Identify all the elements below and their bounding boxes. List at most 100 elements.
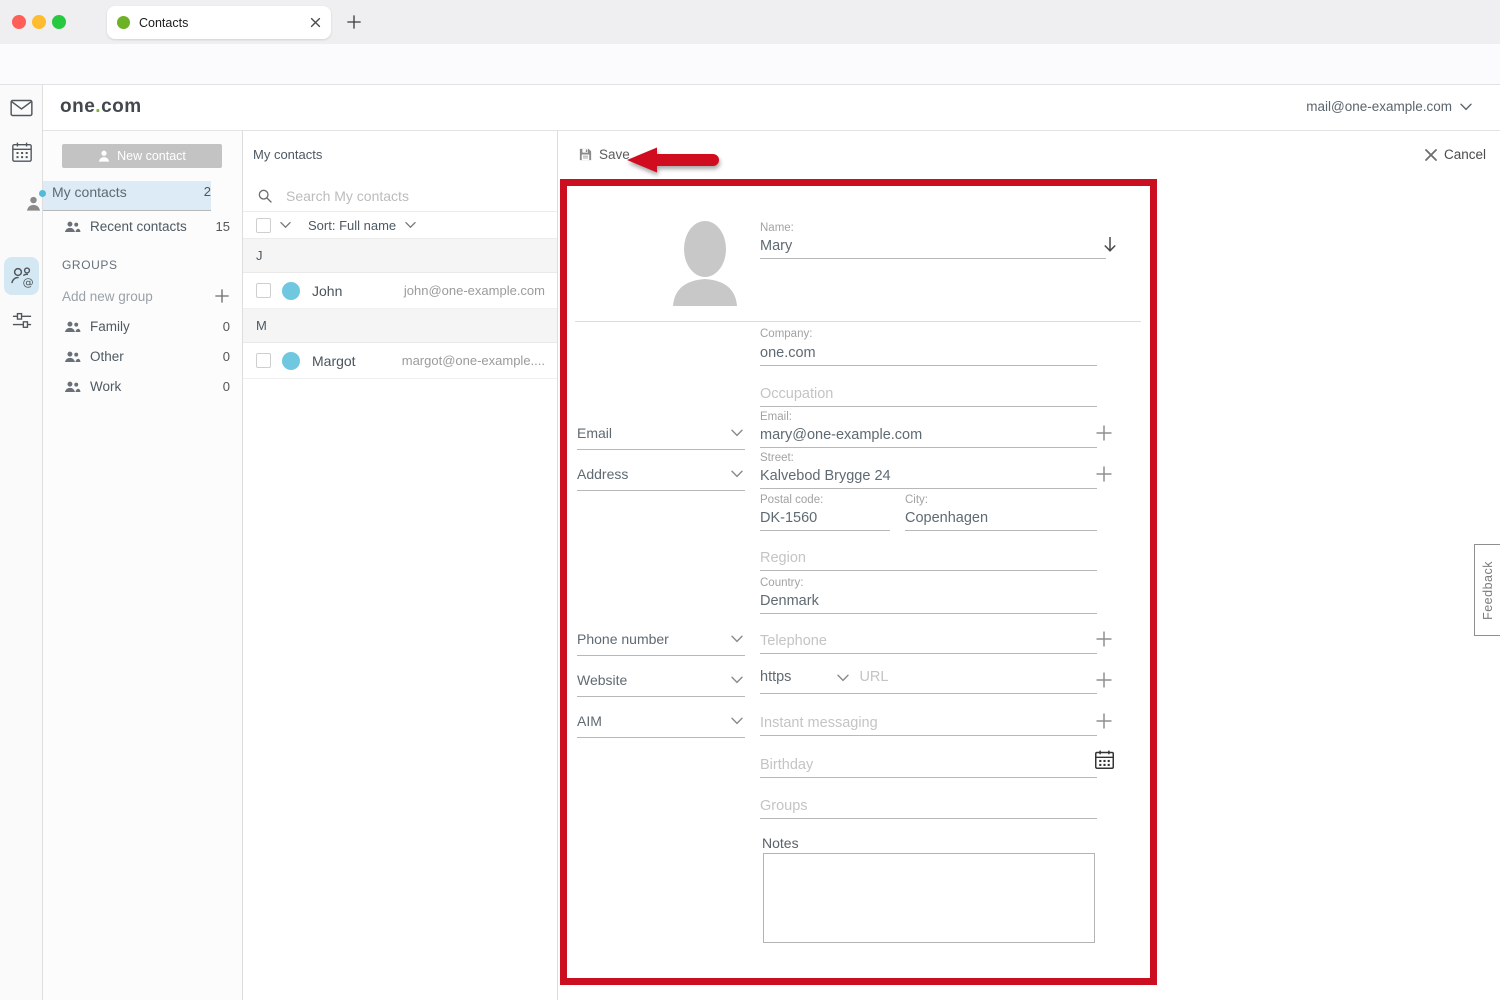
company-field[interactable]	[760, 341, 1097, 366]
sidebar-group-other[interactable]: Other 0	[43, 341, 242, 371]
postal-code-label: Postal code:	[760, 494, 823, 506]
contacts-icon[interactable]: @	[9, 264, 34, 289]
city-field[interactable]	[905, 506, 1097, 531]
contact-checkbox[interactable]	[256, 353, 271, 368]
contact-row-john[interactable]: John john@one-example.com	[243, 273, 557, 309]
add-new-group[interactable]: Add new group	[43, 281, 242, 311]
search-input[interactable]	[286, 188, 526, 204]
name-field[interactable]	[760, 234, 1106, 259]
email-type-select[interactable]: Email	[577, 425, 745, 450]
count-badge: 0	[223, 379, 230, 394]
email-field[interactable]	[760, 423, 1097, 448]
phone-type-select[interactable]: Phone number	[577, 631, 745, 656]
avatar	[282, 352, 300, 370]
add-website-button[interactable]	[1095, 671, 1113, 689]
occupation-field[interactable]	[760, 382, 1097, 407]
add-address-button[interactable]	[1095, 465, 1113, 483]
contact-photo-placeholder[interactable]	[663, 219, 747, 306]
floppy-disk-icon	[578, 147, 593, 162]
account-dropdown[interactable]: mail@one-example.com	[1306, 99, 1472, 114]
close-window-button[interactable]	[12, 15, 26, 29]
tab-favicon	[117, 16, 130, 29]
people-icon	[64, 380, 81, 393]
contact-form-panel: Save Cancel Name: Company: Email Email:	[558, 131, 1500, 1000]
list-title: My contacts	[253, 147, 322, 162]
birthday-calendar-icon[interactable]	[1094, 749, 1115, 770]
instant-messaging-field[interactable]	[760, 711, 1097, 736]
country-field[interactable]	[760, 589, 1097, 614]
address-type-select[interactable]: Address	[577, 466, 745, 491]
email-label: Email:	[760, 411, 792, 423]
count-badge: 15	[216, 219, 230, 234]
save-button[interactable]: Save	[578, 147, 630, 162]
calendar-icon[interactable]	[9, 139, 34, 164]
tab-title: Contacts	[139, 16, 301, 30]
sidebar-item-recent-contacts[interactable]: Recent contacts 15	[43, 211, 242, 241]
app-header: one.com mail@one-example.com	[43, 85, 1500, 131]
plus-icon[interactable]	[214, 288, 230, 304]
notes-label: Notes	[762, 835, 799, 851]
browser-tab[interactable]: Contacts	[107, 6, 331, 39]
maximize-window-button[interactable]	[52, 15, 66, 29]
chevron-down-icon	[731, 635, 743, 643]
select-all-checkbox[interactable]	[256, 218, 271, 233]
birthday-field[interactable]	[760, 753, 1097, 778]
browser-window: Contacts https://mail.one.com/new-contac…	[0, 0, 1500, 1000]
sidebar-group-family[interactable]: Family 0	[43, 311, 242, 341]
minimize-window-button[interactable]	[32, 15, 46, 29]
count-badge: 2	[204, 184, 211, 199]
feedback-tab[interactable]: Feedback	[1474, 544, 1500, 636]
one-com-logo: one.com	[60, 96, 142, 118]
street-field[interactable]	[760, 464, 1097, 489]
sidebar-item-my-contacts[interactable]: My contacts 2	[43, 181, 211, 211]
search-icon[interactable]	[257, 188, 273, 204]
chevron-down-icon	[731, 676, 743, 684]
chevron-down-icon	[731, 429, 743, 437]
telephone-field[interactable]	[760, 629, 1097, 654]
arrow-down-icon[interactable]	[1103, 236, 1117, 253]
tab-close-icon[interactable]	[310, 17, 321, 28]
contact-checkbox[interactable]	[256, 283, 271, 298]
new-tab-button[interactable]	[342, 10, 366, 34]
browser-tab-bar: Contacts	[0, 0, 1500, 44]
count-badge: 0	[223, 349, 230, 364]
people-icon	[64, 220, 81, 233]
close-icon	[1424, 148, 1438, 162]
people-icon	[64, 350, 81, 363]
groups-heading: GROUPS	[62, 258, 118, 272]
notes-textarea[interactable]	[763, 853, 1095, 943]
add-email-button[interactable]	[1095, 424, 1113, 442]
postal-code-field[interactable]	[760, 506, 890, 531]
country-label: Country:	[760, 577, 803, 589]
chevron-down-icon[interactable]	[405, 221, 416, 229]
sort-row: Sort: Full name	[243, 212, 557, 239]
settings-sliders-icon[interactable]	[9, 307, 34, 332]
chevron-down-icon	[731, 717, 743, 725]
website-field-row: https	[760, 669, 1097, 694]
im-type-select[interactable]: AIM	[577, 713, 745, 738]
website-url-field[interactable]	[859, 669, 1009, 685]
mail-icon[interactable]	[9, 95, 34, 120]
website-type-select[interactable]: Website	[577, 672, 745, 697]
browser-toolbar: https://mail.one.com/new-contacts/mail%4…	[0, 44, 1500, 85]
city-label: City:	[905, 494, 928, 506]
add-phone-button[interactable]	[1095, 630, 1113, 648]
region-field[interactable]	[760, 546, 1097, 571]
company-label: Company:	[760, 328, 812, 340]
avatar	[282, 282, 300, 300]
sort-label[interactable]: Sort: Full name	[308, 218, 396, 233]
url-scheme-select[interactable]: https	[760, 669, 791, 685]
sidebar-group-work[interactable]: Work 0	[43, 371, 242, 401]
account-email: mail@one-example.com	[1306, 99, 1452, 114]
groups-field[interactable]	[760, 794, 1097, 819]
chevron-down-icon[interactable]	[837, 674, 849, 682]
divider	[575, 321, 1141, 322]
new-contact-button[interactable]: New contact	[62, 144, 222, 168]
chevron-down-icon[interactable]	[280, 221, 291, 229]
contact-list-panel: My contacts Sort: Full name J John john@…	[243, 131, 557, 1000]
cancel-button[interactable]: Cancel	[1424, 147, 1486, 162]
contact-row-margot[interactable]: Margot margot@one-example....	[243, 343, 557, 379]
chevron-down-icon	[1460, 103, 1472, 111]
add-im-button[interactable]	[1095, 712, 1113, 730]
app-icon-rail: @	[0, 85, 43, 1000]
